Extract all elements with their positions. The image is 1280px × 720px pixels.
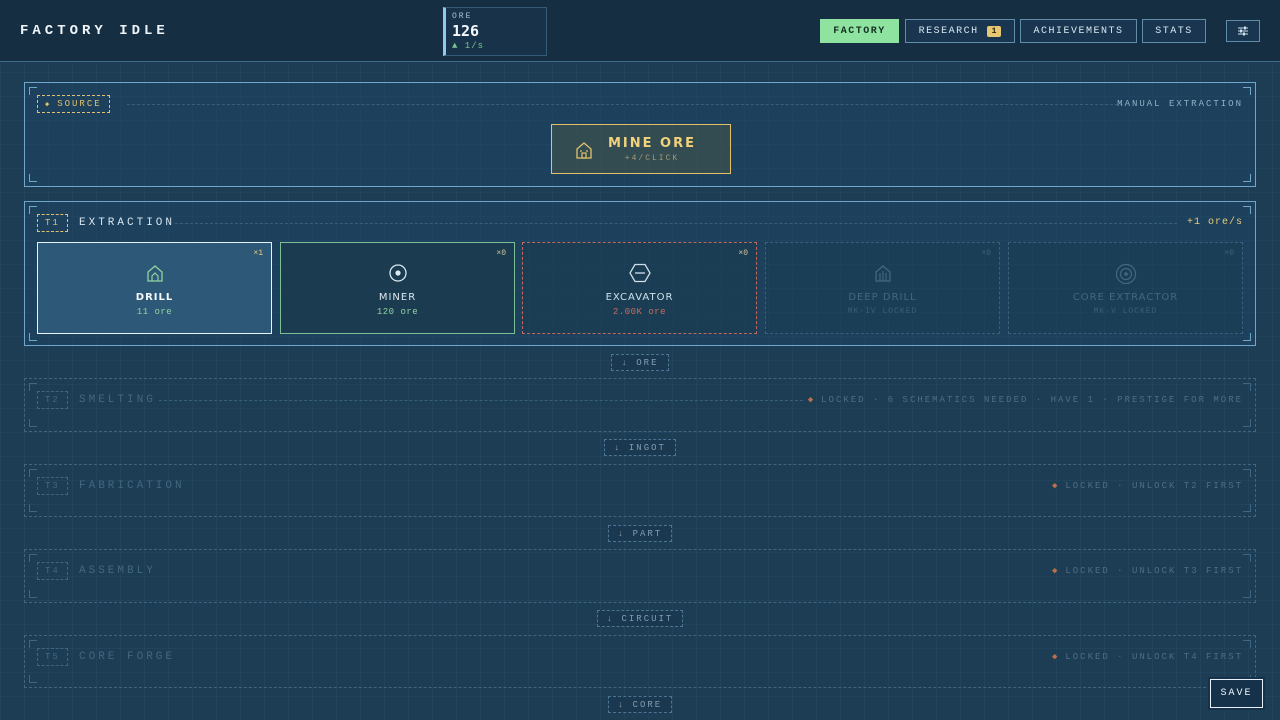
- building-cost: 120 ore: [376, 307, 419, 317]
- excavator-icon: [628, 263, 651, 283]
- mine-ore-button[interactable]: MINE ORE +4/CLICK: [551, 124, 731, 174]
- flow-label-ore: ↓ ORE: [611, 354, 669, 371]
- tier-tag: T4: [37, 562, 68, 580]
- building-name: DEEP DRILL: [848, 292, 917, 303]
- tier-tag-label: T4: [45, 566, 60, 576]
- ore-resource-counter: ORE 126 ▲ 1/s: [443, 7, 547, 56]
- tier-tag: T5: [37, 648, 68, 666]
- flow-label-ingot: ↓ INGOT: [604, 439, 676, 456]
- mine-ore-label: MINE ORE: [607, 136, 696, 151]
- lock-diamond-icon: ◆: [1051, 481, 1060, 491]
- flow-label-core: ↓ CORE: [608, 696, 672, 713]
- source-panel: ◆ SOURCE MANUAL EXTRACTION MINE ORE +4/C…: [24, 82, 1256, 187]
- tier-tag: T3: [37, 477, 68, 495]
- tier-tag: T1: [37, 214, 68, 232]
- source-tag-label: SOURCE: [57, 99, 102, 109]
- building-card-core-extractor: ×0 CORE EXTRACTOR MK-V LOCKED: [1008, 242, 1243, 334]
- research-badge: 1: [986, 25, 1002, 37]
- tier-title: FABRICATION: [79, 480, 185, 492]
- tier-rate: +1 ore/s: [1186, 217, 1243, 228]
- miner-icon: [388, 264, 407, 282]
- tier-lock-status: ◆ LOCKED · UNLOCK T4 FIRST: [1052, 652, 1243, 662]
- lock-message: LOCKED · UNLOCK T2 FIRST: [1065, 481, 1243, 491]
- building-card-deep-drill: ×0 DEEP DRILL MK-IV LOCKED: [765, 242, 1000, 334]
- tier-tag: T2: [37, 391, 68, 409]
- tier-title: CORE FORGE: [79, 651, 176, 663]
- lock-message: LOCKED · UNLOCK T4 FIRST: [1065, 652, 1243, 662]
- building-card-drill[interactable]: ×1 DRILL 11 ore: [37, 242, 272, 334]
- game-title: FACTORY IDLE: [20, 23, 169, 39]
- tier-extraction-panel: T1 EXTRACTION +1 ore/s ×1 DRILL 11 ore ×…: [24, 201, 1256, 346]
- source-mode-label: MANUAL EXTRACTION: [1117, 99, 1243, 109]
- tier-fabrication-panel: T3 FABRICATION ◆ LOCKED · UNLOCK T2 FIRST: [24, 464, 1256, 517]
- tier-core-forge-panel: T5 CORE FORGE ◆ LOCKED · UNLOCK T4 FIRST: [24, 635, 1256, 688]
- tier-tag-label: T3: [45, 481, 60, 491]
- source-tag: ◆ SOURCE: [37, 95, 110, 113]
- building-card-miner[interactable]: ×0 MINER 120 ore: [280, 242, 515, 334]
- sliders-icon: [1238, 26, 1248, 36]
- building-count: ×0: [738, 249, 748, 258]
- mine-ore-yield: +4/CLICK: [624, 154, 680, 163]
- tier-smelting-panel: T2 SMELTING ◆ LOCKED · 6 SCHEMATICS NEEDE…: [24, 378, 1256, 432]
- building-name: DRILL: [135, 292, 174, 303]
- tab-factory-label: FACTORY: [833, 25, 886, 37]
- save-button[interactable]: SAVE: [1208, 677, 1265, 710]
- lock-message: LOCKED · 6 SCHEMATICS NEEDED · HAVE 1 · …: [821, 395, 1243, 405]
- building-count: ×0: [981, 249, 991, 258]
- flow-label-part: ↓ PART: [608, 525, 672, 542]
- building-cost: 2.00K ore: [612, 307, 667, 317]
- drill-icon: [146, 265, 163, 282]
- building-lock-status: MK-V LOCKED: [1093, 307, 1158, 316]
- top-bar: FACTORY IDLE ORE 126 ▲ 1/s FACTORY RESEA…: [0, 0, 1280, 62]
- divider: [159, 400, 803, 401]
- diamond-icon: ◆: [45, 100, 52, 109]
- building-count: ×0: [496, 249, 506, 258]
- tab-factory[interactable]: FACTORY: [820, 19, 899, 43]
- resource-rate: ▲ 1/s: [452, 41, 485, 51]
- building-name: CORE EXTRACTOR: [1072, 292, 1179, 303]
- building-lock-status: MK-IV LOCKED: [847, 307, 918, 316]
- tier-lock-status: ◆ LOCKED · UNLOCK T3 FIRST: [1052, 566, 1243, 576]
- tier-title: SMELTING: [79, 394, 156, 406]
- tier-assembly-panel: T4 ASSEMBLY ◆ LOCKED · UNLOCK T3 FIRST: [24, 549, 1256, 603]
- tab-research[interactable]: RESEARCH 1: [905, 19, 1015, 43]
- divider: [127, 104, 1123, 105]
- building-name: EXCAVATOR: [605, 292, 674, 303]
- tier-title: ASSEMBLY: [79, 565, 156, 577]
- deep-drill-icon: [874, 265, 891, 282]
- lock-diamond-icon: ◆: [807, 395, 816, 405]
- tab-achievements[interactable]: ACHIEVEMENTS: [1020, 19, 1137, 43]
- resource-value: 126: [452, 22, 480, 40]
- resource-label: ORE: [452, 12, 473, 21]
- lock-diamond-icon: ◆: [1051, 652, 1060, 662]
- building-count: ×0: [1224, 249, 1234, 258]
- building-cost: 11 ore: [136, 307, 173, 317]
- tab-achievements-label: ACHIEVEMENTS: [1033, 25, 1124, 37]
- tab-stats-label: STATS: [1155, 25, 1193, 37]
- tier-tag-label: T5: [45, 652, 60, 662]
- flow-label-circuit: ↓ CIRCUIT: [597, 610, 683, 627]
- settings-button[interactable]: [1226, 20, 1260, 42]
- tier-tag-label: T1: [45, 218, 60, 228]
- lock-message: LOCKED · UNLOCK T3 FIRST: [1065, 566, 1243, 576]
- lock-diamond-icon: ◆: [1051, 566, 1060, 576]
- tier-title: EXTRACTION: [79, 217, 176, 229]
- core-extractor-icon: [1115, 263, 1136, 285]
- tier-lock-status: ◆ LOCKED · 6 SCHEMATICS NEEDED · HAVE 1 ·…: [808, 395, 1243, 405]
- tab-research-label: RESEARCH: [918, 25, 979, 37]
- building-count: ×1: [253, 249, 263, 258]
- tab-stats[interactable]: STATS: [1142, 19, 1206, 43]
- building-name: MINER: [378, 292, 417, 303]
- tier-tag-label: T2: [45, 395, 60, 405]
- building-card-excavator[interactable]: ×0 EXCAVATOR 2.00K ore: [522, 242, 757, 334]
- divider: [175, 223, 1177, 224]
- tier-lock-status: ◆ LOCKED · UNLOCK T2 FIRST: [1052, 481, 1243, 491]
